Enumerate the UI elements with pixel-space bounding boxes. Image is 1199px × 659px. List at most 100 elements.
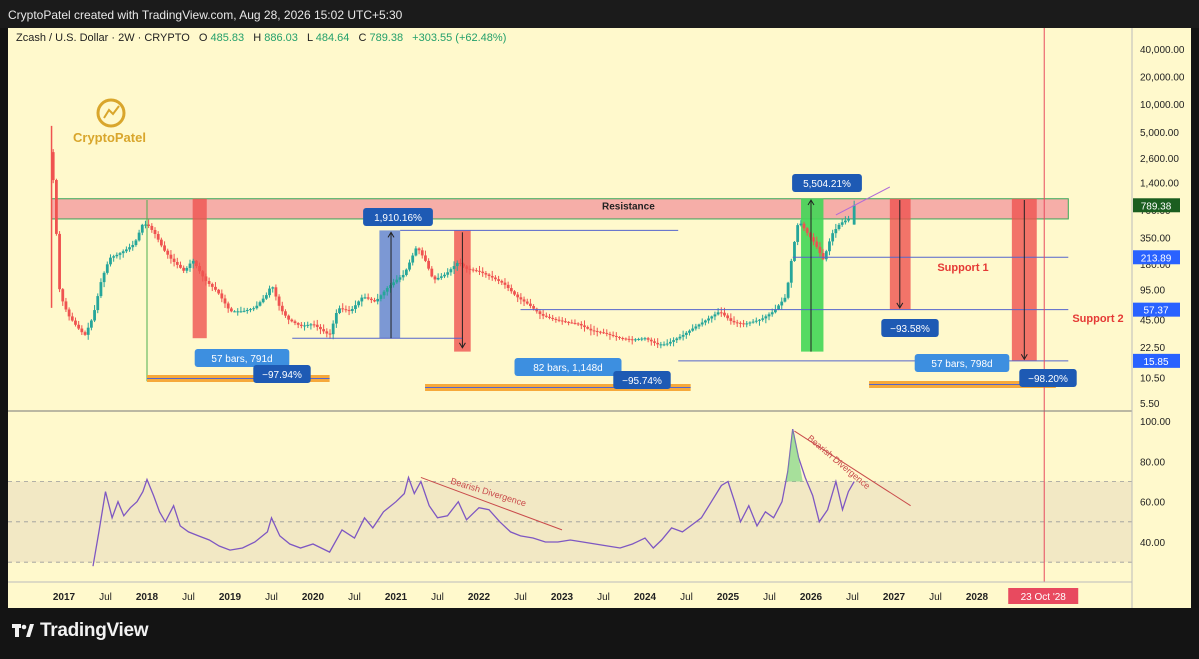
candle-body	[124, 249, 128, 252]
candle-body	[455, 262, 459, 267]
candle-body	[688, 330, 691, 333]
candle-body	[637, 338, 640, 340]
candle-body	[325, 331, 329, 334]
candle-body	[191, 260, 195, 264]
candle-body	[274, 287, 278, 297]
price-tag: 15.85	[1143, 357, 1168, 368]
candle-body	[89, 320, 93, 328]
candle-body	[427, 260, 431, 269]
close-label: C	[358, 32, 366, 44]
candle-body	[459, 262, 462, 264]
candle-body	[220, 293, 224, 299]
candle-body	[834, 229, 838, 234]
candle-body	[548, 316, 551, 318]
candle-body	[214, 286, 217, 290]
candle-body	[210, 283, 214, 287]
candle-body	[754, 320, 758, 322]
price-tick-label: 2,600.00	[1140, 154, 1179, 165]
time-tick-label: 2017	[53, 592, 76, 603]
chart-area[interactable]: Resistance 57 bars, 791d −97.94% 1,910.16%…	[8, 28, 1191, 608]
candle-body	[204, 276, 208, 282]
candle-body	[236, 311, 240, 313]
candle-body	[242, 310, 246, 312]
time-tick-label: 2027	[883, 592, 906, 603]
candle-body	[150, 225, 154, 230]
candle-body	[198, 266, 201, 272]
candle-body	[93, 310, 96, 321]
candle-body	[703, 320, 707, 323]
bars-label-3: 57 bars, 798d	[931, 359, 992, 370]
candle-body	[261, 298, 265, 303]
candle-body	[96, 296, 100, 311]
candle-body	[509, 288, 513, 292]
resistance-label: Resistance	[602, 202, 655, 213]
candle-body	[144, 224, 147, 226]
candle-body	[500, 280, 504, 283]
time-tick-label: Jul	[99, 592, 112, 603]
candle-body	[589, 328, 593, 331]
candle-body	[503, 282, 507, 285]
candle-body	[764, 316, 768, 319]
candle-body	[618, 336, 621, 339]
time-tick-label: 2026	[800, 592, 823, 603]
bottom-bar	[0, 608, 1199, 659]
candle-body	[525, 301, 529, 304]
time-tick-label: 2018	[136, 592, 159, 603]
date-marker-label: 23 Oct '28	[1021, 592, 1067, 603]
price-tick-label: 350.00	[1140, 234, 1171, 245]
price-tick-label: 5,000.00	[1140, 128, 1179, 139]
last-candle-body	[852, 205, 856, 225]
candle-body	[640, 338, 644, 340]
candle-body	[812, 237, 815, 242]
candle-body	[449, 269, 453, 273]
candle-body	[258, 302, 262, 306]
candle-body	[583, 325, 586, 328]
candle-body	[369, 298, 373, 301]
candle-body	[668, 341, 672, 344]
candle-body	[357, 301, 361, 306]
candle-body	[570, 322, 574, 324]
candle-body	[131, 245, 135, 248]
candle-body	[385, 288, 389, 292]
candle-body	[653, 341, 656, 343]
candle-body	[290, 319, 294, 322]
bars-label-2: 82 bars, 1,148d	[533, 363, 603, 374]
candle-body	[605, 332, 609, 334]
candle-body	[233, 311, 236, 313]
tradingview-brand[interactable]: TradingView	[12, 620, 149, 642]
candle-body	[70, 316, 74, 321]
candle-body	[602, 332, 605, 334]
candle-body	[373, 300, 376, 302]
candle-body	[156, 234, 160, 240]
candle-body	[611, 334, 615, 336]
candle-body	[738, 322, 742, 324]
candle-body	[363, 297, 367, 299]
candle-body	[541, 314, 545, 316]
candle-body	[707, 318, 710, 321]
chart-svg[interactable]: Resistance 57 bars, 791d −97.94% 1,910.16%…	[8, 28, 1191, 608]
candle-body	[64, 301, 68, 310]
candle-body	[665, 343, 669, 345]
candle-body	[411, 255, 415, 263]
watermark-text: CryptoPatel	[73, 130, 146, 145]
candle-body	[675, 338, 679, 341]
candle-body	[840, 222, 844, 225]
time-tick-label: Jul	[514, 592, 527, 603]
candle-body	[478, 270, 481, 272]
candle-body	[398, 277, 402, 280]
candle-body	[226, 303, 230, 309]
candle-body	[621, 338, 625, 340]
candle-body	[312, 324, 316, 326]
time-tick-label: Jul	[846, 592, 859, 603]
candle-body	[439, 276, 443, 278]
close-value: 789.38	[369, 32, 403, 44]
candle-body	[229, 308, 233, 312]
candle-body	[560, 320, 564, 322]
support-1-label: Support 1	[937, 262, 988, 274]
price-tag: 789.38	[1141, 201, 1172, 212]
candle-body	[579, 323, 583, 326]
candle-body	[140, 224, 144, 233]
candle-body	[735, 322, 739, 324]
candle-body	[223, 298, 227, 304]
time-tick-label: 2028	[966, 592, 989, 603]
